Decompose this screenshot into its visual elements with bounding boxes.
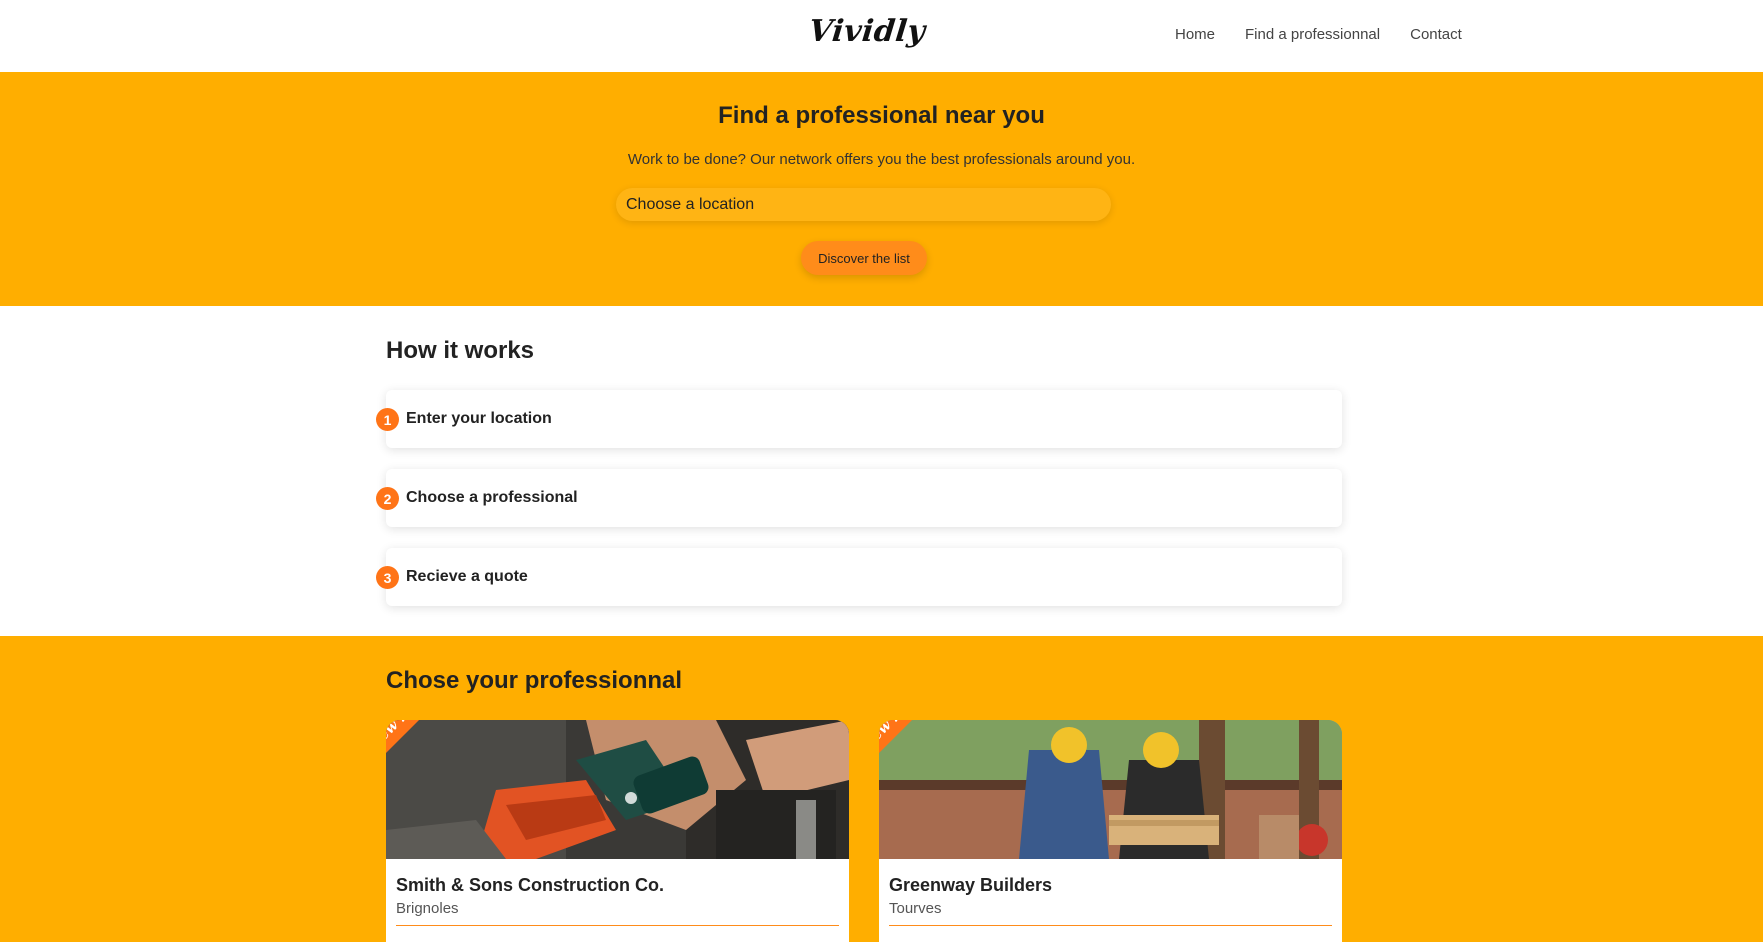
professional-card[interactable]: New ! Smith & Sons Construction Co. Brig… <box>386 720 849 942</box>
site-logo[interactable]: Vividly <box>807 14 927 49</box>
step-number-badge: 3 <box>376 566 399 589</box>
site-header: Vividly Home Find a professionnal Contac… <box>0 0 1763 72</box>
step-label: Recieve a quote <box>406 568 528 585</box>
new-badge: New ! <box>879 720 953 796</box>
location-input[interactable]: Choose a location <box>616 188 1111 221</box>
step-label: Enter your location <box>406 410 552 427</box>
how-it-works-title: How it works <box>386 337 535 364</box>
professional-city: Tourves <box>889 900 942 917</box>
new-badge: New ! <box>386 720 460 796</box>
new-badge-label: New ! <box>879 720 922 772</box>
professional-card[interactable]: New ! Greenway Builders Tourves <box>879 720 1342 942</box>
professionals-section: Chose your professionnal New ! S <box>0 636 1763 942</box>
how-it-works-section: How it works 1 Enter your location 2 Cho… <box>0 306 1763 636</box>
nav-find-professional[interactable]: Find a professionnal <box>1245 26 1380 43</box>
new-badge-label: New ! <box>386 720 429 772</box>
step-number-badge: 2 <box>376 487 399 510</box>
hero-title: Find a professional near you <box>718 102 1045 129</box>
professionals-title: Chose your professionnal <box>386 667 683 694</box>
divider <box>889 925 1332 926</box>
step-card: 1 Enter your location <box>376 390 1342 448</box>
nav-contact[interactable]: Contact <box>1410 26 1462 43</box>
divider <box>396 925 839 926</box>
professional-name: Smith & Sons Construction Co. <box>396 875 664 895</box>
hero-section: Find a professional near you Work to be … <box>0 72 1763 306</box>
step-card: 2 Choose a professional <box>376 469 1342 527</box>
professional-city: Brignoles <box>396 900 459 917</box>
step-label: Choose a professional <box>406 489 578 506</box>
main-nav: Home Find a professionnal Contact <box>1175 26 1462 43</box>
nav-home[interactable]: Home <box>1175 26 1215 43</box>
step-card: 3 Recieve a quote <box>376 548 1342 606</box>
step-number-badge: 1 <box>376 408 399 431</box>
hero-subtitle: Work to be done? Our network offers you … <box>627 151 1136 168</box>
professional-name: Greenway Builders <box>889 875 1053 895</box>
discover-list-button[interactable]: Discover the list <box>801 241 927 275</box>
